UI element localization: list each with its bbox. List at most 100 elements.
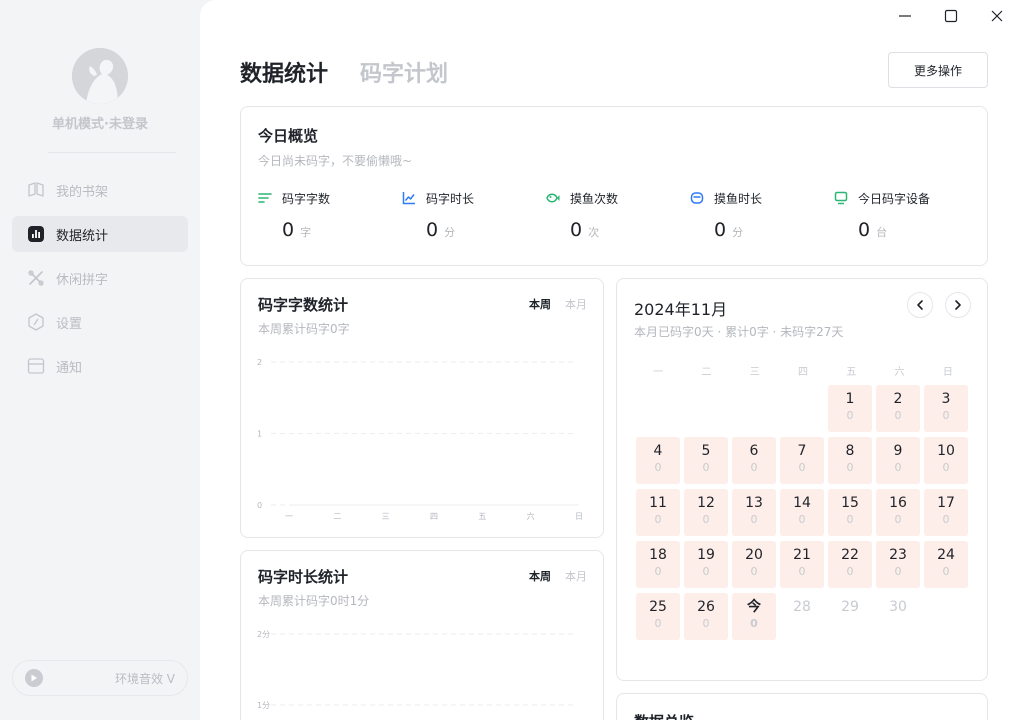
weekday-label: 四 [797,367,808,378]
calendar-day[interactable]: 30 [876,593,920,640]
calendar-week-row: 4 0 5 0 6 0 7 0 8 0 9 0 10 0 [634,437,972,489]
calendar-day[interactable]: 20 0 [732,541,776,588]
x-tick-label: 日 [575,512,583,521]
calendar-day[interactable]: 24 0 [924,541,968,588]
calendar-day-word-count: 0 [798,513,806,526]
calendar-day-word-count: 0 [654,513,662,526]
x-tick-label: 二 [333,512,341,521]
minimize-button[interactable] [893,6,917,26]
minimize-icon [899,15,911,17]
calendar-day[interactable]: 14 0 [780,489,824,536]
sidebar-item-statistics[interactable]: 数据统计 [12,216,188,252]
calendar-day[interactable]: 80 [828,437,872,484]
calendar-day[interactable]: 18 0 [636,541,680,588]
calendar-day-word-count: 0 [702,461,710,474]
play-icon[interactable] [25,669,43,687]
calendar-day-word-count: 0 [942,409,950,422]
sidebar-divider [48,152,176,153]
calendar-day-word-count: 0 [702,565,710,578]
more-actions-button[interactable]: 更多操作 [888,52,988,88]
tab-statistics[interactable]: 数据统计 [240,56,328,88]
close-button[interactable] [985,6,1009,26]
calendar-day-today[interactable]: 今0 [732,593,776,640]
calendar-day-number: 24 [937,547,955,563]
maximize-button[interactable] [939,6,963,26]
calendar-day-number: 21 [793,547,811,563]
tab-writing-plan[interactable]: 码字计划 [360,56,448,88]
calendar-day[interactable]: 29 [828,593,872,640]
calendar-day[interactable]: 10 [828,385,872,432]
calendar-empty-cell [780,385,824,432]
calendar-day-number: 26 [697,599,715,615]
calendar-day[interactable]: 50 [684,437,728,484]
calendar-day[interactable]: 26 0 [684,593,728,640]
calendar-day[interactable]: 28 [780,593,824,640]
maximize-icon [944,9,958,23]
calendar-empty-cell [732,385,776,432]
text-lines-icon [258,193,272,203]
calendar-day[interactable]: 40 [636,437,680,484]
avatar[interactable] [72,48,128,104]
stat-label: 码字时长 [426,191,475,206]
calendar-day[interactable]: 21 0 [780,541,824,588]
calendar-day[interactable]: 23 0 [876,541,920,588]
x-tick-label: 六 [527,511,535,521]
calendar-day-number: 2 [893,391,903,407]
calendar-day-number: 20 [745,547,763,563]
stat-value: 0 [714,219,727,241]
sidebar-item-puzzle[interactable]: 休闲拼字 [12,260,188,296]
overview-title: 数据总览 [634,711,694,720]
calendar-day[interactable]: 15 0 [828,489,872,536]
y-tick-label: 1 [257,430,262,439]
fish-icon [546,193,560,203]
calendar-day[interactable]: 13 0 [732,489,776,536]
calendar-day[interactable]: 22 0 [828,541,872,588]
stat-slack-duration: 摸鱼时长 0分 [690,189,834,241]
ambient-sound-control[interactable]: 环境音效 V [12,660,188,696]
next-month-button[interactable] [945,292,971,318]
chart-icon [26,224,46,244]
calendar-day[interactable]: 25 0 [636,593,680,640]
chevron-left-icon [917,300,923,310]
calendar-month-title: 2024年11月 [634,300,728,319]
calendar-day-number: 9 [893,443,903,459]
weekday-label: 三 [749,367,760,378]
sidebar-item-bookshelf[interactable]: 我的书架 [12,172,188,208]
calendar-day-number: 6 [749,443,759,459]
calendar-day[interactable]: 70 [780,437,824,484]
calendar-day[interactable]: 30 [924,385,968,432]
stat-word-count: 码字字数 0字 [258,189,402,241]
sidebar: 单机模式·未登录 我的书架 数据统计 休闲拼字 设置 通知 环境音效 V [0,0,200,720]
calendar-day[interactable]: 19 0 [684,541,728,588]
calendar-day-word-count: 0 [654,617,662,630]
calendar-day-number: 30 [889,599,907,615]
calendar-day-number: 28 [793,599,811,615]
calendar-day[interactable]: 16 0 [876,489,920,536]
calendar-day[interactable]: 60 [732,437,776,484]
sidebar-item-label: 通知 [56,360,83,376]
calendar-day-number: 14 [793,495,811,511]
sidebar-item-label: 休闲拼字 [56,272,109,288]
ambient-sound-label: 环境音效 V [114,671,175,686]
calendar-day-word-count: 0 [894,409,902,422]
calendar-day-number: 22 [841,547,859,563]
calendar-day-word-count: 0 [702,513,710,526]
word-count-chart: 0 1 2 一 二 三 四 五 六 日 [257,358,583,521]
prev-month-button[interactable] [907,292,933,318]
calendar-day-word-count: 0 [942,513,950,526]
calendar-day-word-count: 0 [798,565,806,578]
calendar-day[interactable]: 11 0 [636,489,680,536]
calendar-day-number: 25 [649,599,667,615]
stat-slack-count: 摸鱼次数 0次 [546,189,690,241]
calendar-day[interactable]: 90 [876,437,920,484]
sidebar-item-notifications[interactable]: 通知 [12,348,188,384]
calendar-day[interactable]: 12 0 [684,489,728,536]
calendar-grid: 一二三四五六日 1 0 2 0 3 0 4 0 5 0 6 0 7 0 8 0 9 0 10 0 11 0 12 0 13 0 14 0… [634,363,972,645]
calendar-day[interactable]: 20 [876,385,920,432]
calendar-day-number: 今 [747,599,761,615]
sidebar-item-settings[interactable]: 设置 [12,304,188,340]
book-icon [26,180,46,200]
calendar-day-word-count: 0 [894,461,902,474]
calendar-day[interactable]: 17 0 [924,489,968,536]
calendar-day[interactable]: 10 0 [924,437,968,484]
